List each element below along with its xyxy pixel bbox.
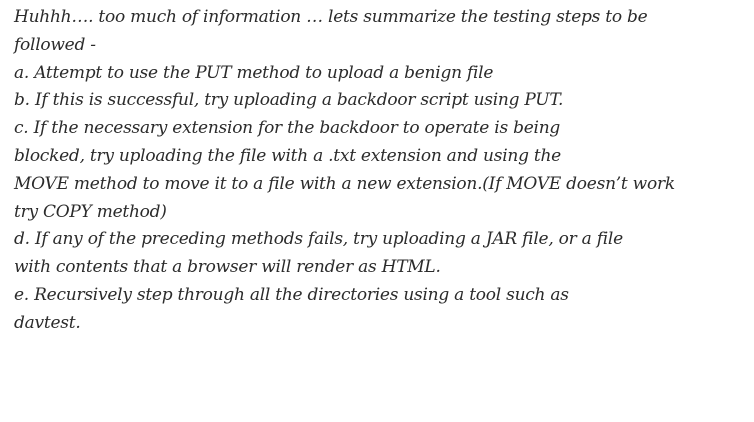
- step-c-line-3: MOVE method to move it to a file with a …: [14, 173, 675, 194]
- step-e-line-2: davtest.: [14, 312, 81, 333]
- step-e-line-1: e. Recursively step through all the dire…: [14, 284, 569, 305]
- step-c-line-1: c. If the necessary extension for the ba…: [14, 118, 561, 139]
- step-c-line-2: blocked, try uploading the file with a .…: [14, 145, 561, 166]
- step-a-line: a. Attempt to use the PUT method to uplo…: [14, 62, 494, 83]
- intro-line-1: Huhhh…. too much of information … lets s…: [14, 7, 648, 27]
- step-d-line-1: d. If any of the preceding methods fails…: [14, 229, 623, 250]
- step-d-line-2: with contents that a browser will render…: [14, 257, 441, 278]
- step-c-line-4: try COPY method): [14, 201, 167, 222]
- article-excerpt: Huhhh…. too much of information … lets s…: [14, 4, 750, 338]
- intro-line-2: followed -: [14, 34, 96, 55]
- step-b-line: b. If this is successful, try uploading …: [14, 90, 564, 111]
